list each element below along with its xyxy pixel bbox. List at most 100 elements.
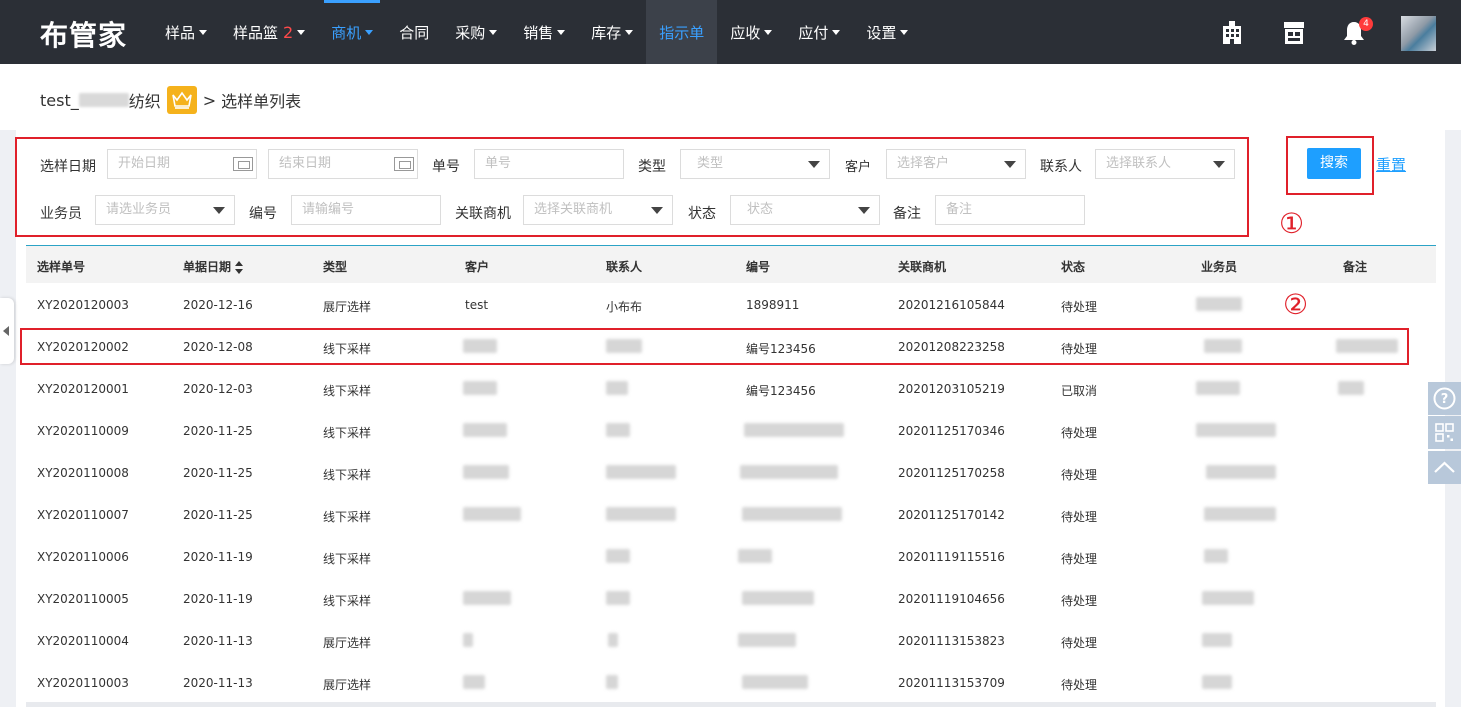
cell-no: XY2020110004	[37, 634, 129, 648]
filter-highlight-box	[15, 137, 1249, 237]
column-header: 联系人	[606, 260, 643, 274]
column-header: 业务员	[1201, 260, 1238, 274]
avatar[interactable]	[1401, 16, 1436, 51]
redacted-cell	[463, 465, 509, 479]
qrcode-button[interactable]	[1428, 416, 1461, 449]
redacted-cell	[463, 633, 473, 647]
table-row[interactable]: XY2020120001 2020-12-03 线下采样 编号123456 202012…	[26, 367, 1436, 409]
cell-no: XY2020110007	[37, 508, 129, 522]
cell-type: 线下采样	[323, 384, 372, 398]
cell-status: 待处理	[1061, 468, 1098, 482]
redacted-cell	[1204, 549, 1228, 563]
redacted-cell	[742, 507, 842, 521]
redacted-cell	[742, 675, 808, 689]
cell-type: 展厅选样	[323, 300, 372, 314]
notification-badge: 4	[1359, 17, 1373, 31]
column-header: 备注	[1343, 260, 1368, 274]
cell-date: 2020-11-25	[183, 508, 253, 522]
reset-link[interactable]: 重置	[1376, 154, 1406, 175]
cell-status: 待处理	[1061, 636, 1098, 650]
nav-item-contracts[interactable]: 合同	[386, 0, 442, 64]
back-to-top-icon	[1434, 461, 1455, 473]
brand-logo[interactable]: 布管家	[40, 14, 127, 54]
cell-opportunity: 20201113153823	[898, 634, 1005, 648]
cell-code: 编号123456	[746, 384, 816, 398]
cell-date: 2020-11-25	[183, 466, 253, 480]
chevron-down-icon	[365, 29, 374, 35]
table-row[interactable]: XY2020110008 2020-11-25 线下采样 20201125170258…	[26, 451, 1436, 493]
redacted-text	[78, 93, 129, 107]
redacted-cell	[1338, 381, 1364, 395]
chevron-down-icon	[489, 29, 498, 35]
nav-label: 样品	[165, 23, 196, 42]
redacted-cell	[606, 423, 630, 437]
help-button[interactable]: ?	[1428, 382, 1461, 415]
cell-type: 线下采样	[323, 426, 372, 440]
nav-item-purchase[interactable]: 采购	[442, 0, 510, 64]
cell-no: XY2020110003	[37, 676, 129, 690]
cell-opportunity: 20201113153709	[898, 676, 1005, 690]
redacted-cell	[1202, 675, 1232, 689]
nav-item-payables[interactable]: 应付	[785, 0, 853, 64]
cell-type: 展厅选样	[323, 678, 372, 692]
table-row[interactable]: XY2020110005 2020-11-19 线下采样 20201119104656…	[26, 577, 1436, 619]
nav-label: 商机	[331, 23, 362, 42]
breadcrumb-area: test_ 纺织 > 选样单列表	[0, 64, 1461, 130]
column-header: 状态	[1061, 260, 1086, 274]
store-icon[interactable]	[1282, 20, 1308, 46]
company-name-prefix: test_	[40, 90, 79, 110]
column-header: 客户	[465, 260, 490, 274]
nav-item-inventory[interactable]: 库存	[578, 0, 646, 64]
nav-item-settings[interactable]: 设置	[853, 0, 921, 64]
cell-type: 线下采样	[323, 510, 372, 524]
redacted-cell	[738, 549, 772, 563]
table-row[interactable]: XY2020110004 2020-11-13 展厅选样 20201113153823…	[26, 619, 1436, 661]
chevron-down-icon	[557, 29, 566, 35]
nav-item-opportunities[interactable]: 商机	[318, 0, 386, 64]
chevron-down-icon	[625, 29, 634, 35]
redacted-cell	[463, 675, 485, 689]
table-row[interactable]: XY2020110006 2020-11-19 线下采样 20201119115516…	[26, 535, 1436, 577]
cell-opportunity: 20201125170346	[898, 424, 1005, 438]
svg-text:?: ?	[1441, 392, 1449, 407]
nav-item-samples[interactable]: 样品	[152, 0, 220, 64]
nav-item-instructions[interactable]: 指示单	[646, 0, 718, 64]
cell-opportunity: 20201125170142	[898, 508, 1005, 522]
redacted-cell	[740, 465, 838, 479]
cell-contact: 小布布	[606, 300, 643, 314]
column-header-sortable[interactable]: 单据日期	[183, 258, 244, 275]
cell-status: 待处理	[1061, 552, 1098, 566]
nav-item-sample-basket[interactable]: 样品篮 2	[220, 0, 318, 64]
column-header: 类型	[323, 260, 348, 274]
table-row[interactable]: XY2020120003 2020-12-16 展厅选样 test 小布布 1898911…	[26, 283, 1436, 325]
crown-icon[interactable]	[166, 86, 197, 114]
sort-icon[interactable]	[235, 260, 244, 275]
cell-status: 待处理	[1061, 300, 1098, 314]
cell-code: 1898911	[746, 298, 800, 312]
redacted-cell	[1196, 423, 1276, 437]
cell-type: 线下采样	[323, 594, 372, 608]
table-row[interactable]: XY2020110009 2020-11-25 线下采样 20201125170346…	[26, 409, 1436, 451]
row-highlight-box	[20, 328, 1409, 365]
cell-date: 2020-11-25	[183, 424, 253, 438]
cell-status: 待处理	[1061, 594, 1098, 608]
nav-item-sales[interactable]: 销售	[510, 0, 578, 64]
cell-opportunity: 20201203105219	[898, 382, 1005, 396]
cell-customer: test	[465, 298, 489, 312]
table-row[interactable]: XY2020110007 2020-11-25 线下采样 20201125170142…	[26, 493, 1436, 535]
redacted-cell	[463, 591, 511, 605]
basket-count-badge: 2	[283, 22, 294, 42]
cell-status: 待处理	[1061, 426, 1098, 440]
table-row[interactable]: XY2020110003 2020-11-13 展厅选样 20201113153709…	[26, 661, 1436, 703]
sidebar-toggle[interactable]	[0, 298, 14, 364]
search-button[interactable]: 搜索	[1307, 148, 1361, 179]
building-icon[interactable]	[1219, 20, 1245, 46]
column-header: 选样单号	[37, 260, 86, 274]
redacted-cell	[606, 675, 618, 689]
nav-item-receivables[interactable]: 应收	[717, 0, 785, 64]
chevron-down-icon	[900, 29, 909, 35]
cell-date: 2020-11-19	[183, 550, 253, 564]
back-to-top-button[interactable]	[1428, 451, 1461, 484]
chevron-down-icon	[199, 29, 208, 35]
redacted-cell	[606, 507, 676, 521]
